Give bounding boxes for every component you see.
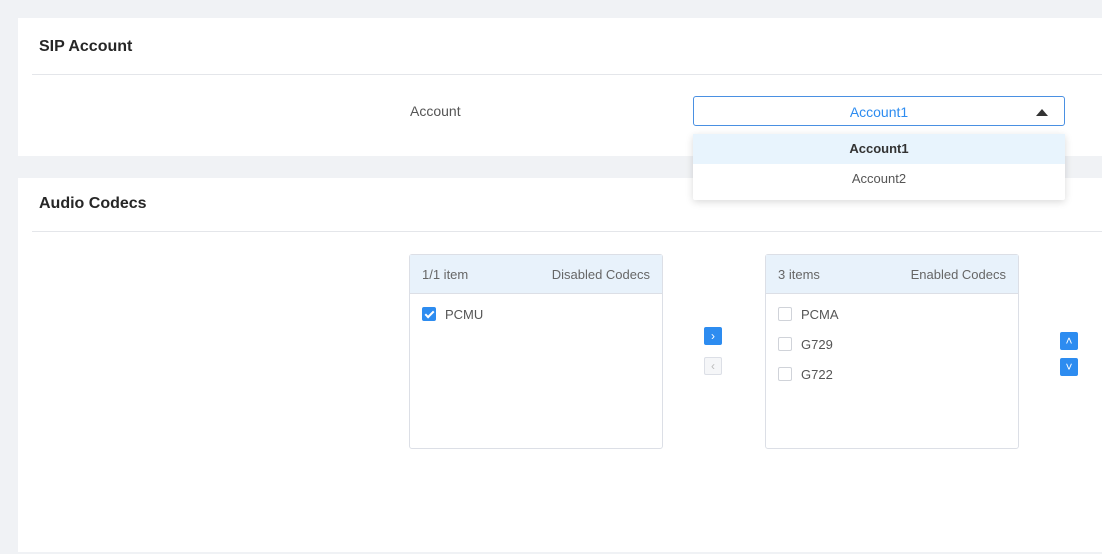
dropdown-option-account1[interactable]: Account1 xyxy=(693,134,1065,164)
panel-header: 3 items Enabled Codecs xyxy=(766,255,1018,294)
codec-label: G729 xyxy=(801,337,833,352)
enabled-count: 3 items xyxy=(778,267,820,282)
codec-item-pcma[interactable]: PCMA xyxy=(766,300,1018,330)
checkbox[interactable] xyxy=(778,367,792,381)
codec-item-g729[interactable]: G729 xyxy=(766,330,1018,360)
checkbox[interactable] xyxy=(778,337,792,351)
codec-label: G722 xyxy=(801,367,833,382)
sip-account-title: SIP Account xyxy=(39,38,133,55)
account-label: Account xyxy=(410,103,461,119)
enabled-codecs-title: Enabled Codecs xyxy=(910,267,1006,282)
account-select-value: Account1 xyxy=(849,104,909,120)
audio-codecs-card: Audio Codecs 1/1 item Disabled Codecs PC… xyxy=(18,178,1102,552)
account-select[interactable]: Account1 xyxy=(693,96,1065,126)
codec-label: PCMA xyxy=(801,307,839,322)
panel-header: 1/1 item Disabled Codecs xyxy=(410,255,662,294)
move-right-button[interactable]: › xyxy=(704,327,722,345)
disabled-codecs-panel: 1/1 item Disabled Codecs PCMU xyxy=(409,254,663,449)
audio-codecs-title: Audio Codecs xyxy=(39,195,147,212)
disabled-codecs-title: Disabled Codecs xyxy=(551,267,650,282)
codec-item-pcmu[interactable]: PCMU xyxy=(410,300,662,330)
codec-item-g722[interactable]: G722 xyxy=(766,360,1018,390)
divider xyxy=(32,231,1102,232)
move-up-button[interactable]: ˄ xyxy=(1060,332,1078,350)
checkbox[interactable] xyxy=(778,307,792,321)
checkbox-checked[interactable] xyxy=(422,307,436,321)
disabled-count: 1/1 item xyxy=(422,267,469,282)
dropdown-option-account2[interactable]: Account2 xyxy=(693,164,1065,194)
codec-label: PCMU xyxy=(445,307,484,322)
account-dropdown-menu: Account1 Account2 xyxy=(693,134,1065,200)
enabled-codecs-panel: 3 items Enabled Codecs PCMA G729 G722 xyxy=(765,254,1019,449)
caret-up-icon xyxy=(1036,109,1048,116)
divider xyxy=(32,74,1102,75)
move-left-button[interactable]: ‹ xyxy=(704,357,722,375)
move-down-button[interactable]: ˅ xyxy=(1060,358,1078,376)
